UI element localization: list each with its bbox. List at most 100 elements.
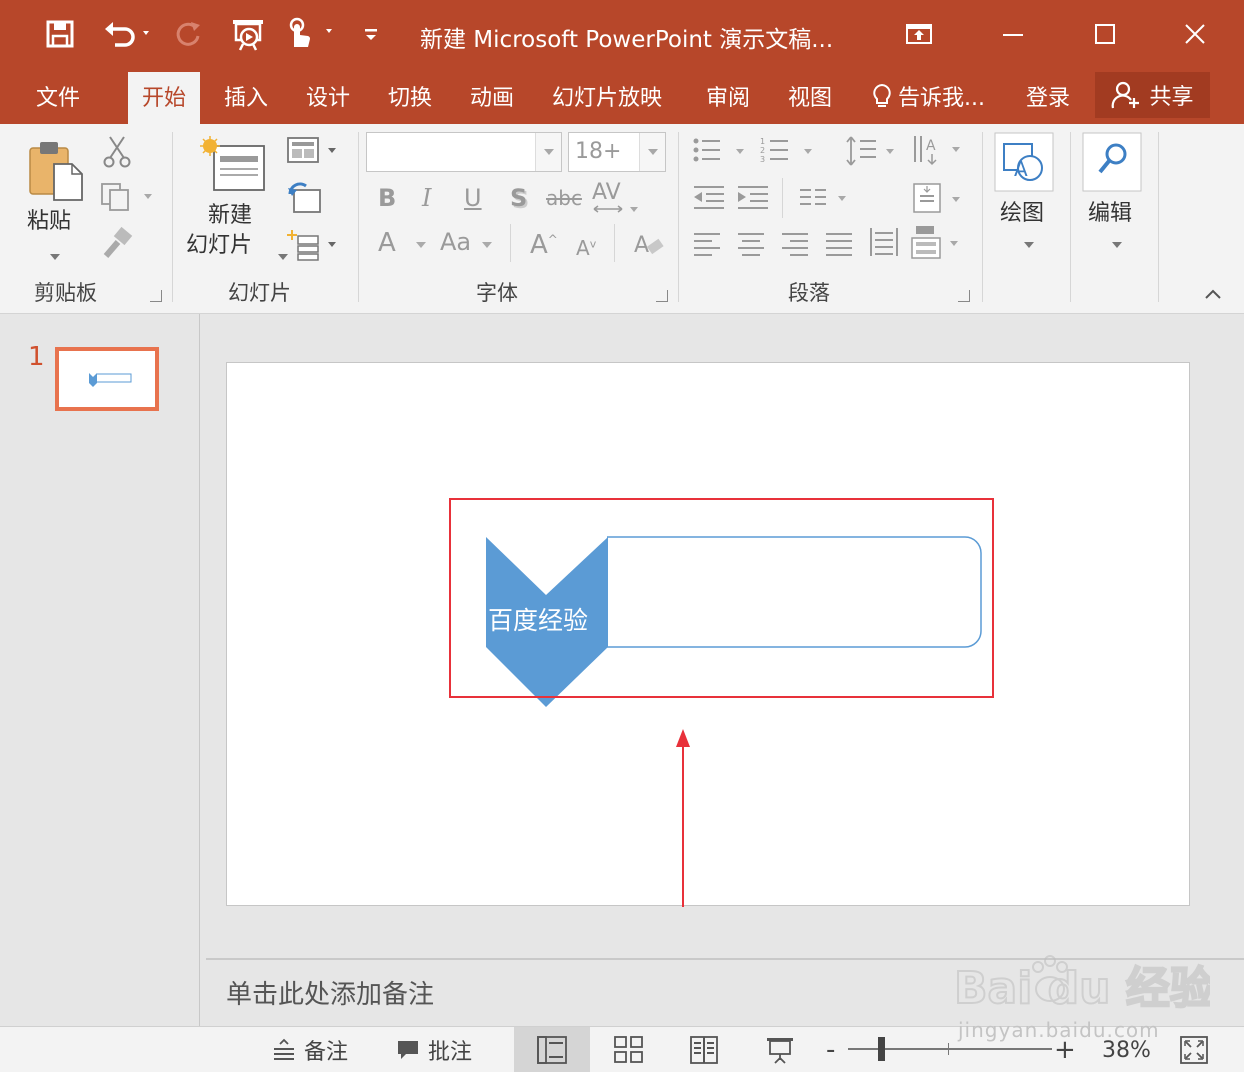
tab-animations[interactable]: 动画: [470, 80, 514, 112]
slide-number: 1: [28, 342, 45, 372]
layout-icon[interactable]: [286, 136, 342, 166]
save-button[interactable]: [40, 14, 80, 54]
align-text-icon[interactable]: [912, 182, 968, 216]
paste-label: 粘贴: [27, 209, 72, 234]
notes-toggle-label: 备注: [304, 1040, 349, 1065]
increase-font-size-icon[interactable]: A^: [530, 230, 558, 260]
change-case-icon[interactable]: Aa: [440, 228, 471, 256]
tab-slideshow[interactable]: 幻灯片放映: [552, 80, 662, 112]
tab-view[interactable]: 视图: [788, 80, 832, 112]
minimize-button[interactable]: [988, 12, 1038, 56]
slide-thumbnail[interactable]: [55, 347, 159, 411]
maximize-button[interactable]: [1080, 12, 1130, 56]
close-icon: [1185, 24, 1205, 44]
reset-slide-icon[interactable]: [286, 182, 322, 214]
columns-icon[interactable]: [798, 186, 854, 210]
decrease-font-size-icon[interactable]: Av: [576, 236, 596, 260]
zoom-out-button[interactable]: -: [826, 1031, 835, 1069]
chevron-down-icon: [50, 254, 60, 260]
editing-group[interactable]: 编辑: [1072, 124, 1158, 310]
tab-home[interactable]: 开始: [128, 72, 201, 124]
bold-icon[interactable]: B: [378, 184, 396, 212]
svg-text:2: 2: [760, 146, 765, 155]
numbering-icon[interactable]: 1 2 3: [760, 136, 820, 166]
redo-button[interactable]: [168, 14, 208, 54]
undo-icon: [105, 22, 149, 47]
notes-toggle-button[interactable]: 备注: [272, 1031, 348, 1069]
watermark-url: jingyan.baidu.com: [958, 1018, 1160, 1042]
slideshow-view-icon[interactable]: [766, 1036, 794, 1064]
paragraph-group-label: 段落: [788, 281, 830, 305]
comments-toggle-button[interactable]: 批注: [396, 1031, 472, 1069]
tab-insert[interactable]: 插入: [224, 80, 268, 112]
login-link[interactable]: 登录: [1026, 80, 1070, 112]
line-spacing-icon[interactable]: [846, 134, 906, 168]
bullets-icon[interactable]: [692, 136, 752, 166]
tab-transitions[interactable]: 切换: [388, 80, 432, 112]
new-slide-button[interactable]: 新建 幻灯片: [186, 134, 288, 274]
chevron-down-icon[interactable]: [639, 133, 665, 171]
lightbulb-icon: [873, 83, 891, 107]
font-size-combo[interactable]: 18+: [568, 132, 666, 172]
group-separator: [1070, 132, 1071, 302]
ribbon-tabs: 文件 开始 插入 设计 切换 动画 幻灯片放映 审阅 视图 告诉我... 登录 …: [0, 70, 1244, 124]
tab-file[interactable]: 文件: [36, 80, 80, 112]
tab-review[interactable]: 审阅: [706, 80, 750, 112]
clipboard-group-label: 剪贴板: [34, 281, 97, 305]
undo-button[interactable]: [98, 14, 156, 54]
start-from-beginning-button[interactable]: [226, 14, 270, 54]
copy-icon[interactable]: [100, 182, 156, 212]
italic-icon[interactable]: I: [422, 184, 431, 212]
font-name-combo[interactable]: [366, 132, 562, 172]
fit-slide-icon[interactable]: [1180, 1036, 1208, 1064]
strikethrough-icon[interactable]: abc: [546, 186, 582, 210]
chevron-down-icon[interactable]: [416, 242, 426, 248]
touch-mode-button[interactable]: [282, 14, 342, 54]
slide-canvas[interactable]: 百度经验: [226, 362, 1190, 907]
customize-qat-button[interactable]: [358, 14, 384, 54]
svg-text:A: A: [926, 138, 936, 154]
font-color-icon[interactable]: A: [378, 228, 396, 258]
close-button[interactable]: [1170, 12, 1220, 56]
decrease-indent-icon[interactable]: [692, 184, 726, 212]
font-dialog-launcher[interactable]: [656, 290, 668, 302]
slide-sorter-icon[interactable]: [614, 1036, 644, 1064]
distributed-icon[interactable]: [868, 226, 900, 258]
chevron-down-icon[interactable]: [482, 242, 492, 248]
justify-icon[interactable]: [824, 230, 854, 256]
tab-design[interactable]: 设计: [306, 80, 350, 112]
collapse-ribbon-icon[interactable]: [1204, 288, 1222, 300]
divider: [614, 224, 615, 262]
increase-indent-icon[interactable]: [736, 184, 770, 212]
align-right-icon[interactable]: [780, 230, 810, 256]
text-direction-icon[interactable]: A: [912, 132, 968, 168]
notes-splitter[interactable]: [206, 958, 1244, 960]
powerpoint-window: 新建 Microsoft PowerPoint 演示文稿... 文件 开始 插入…: [0, 0, 1244, 1072]
character-spacing-icon[interactable]: AV: [592, 180, 621, 205]
clipboard-dialog-launcher[interactable]: [150, 290, 162, 302]
align-left-icon[interactable]: [692, 230, 722, 256]
paragraph-dialog-launcher[interactable]: [958, 290, 970, 302]
section-icon[interactable]: [286, 228, 342, 262]
notes-placeholder[interactable]: 单击此处添加备注: [226, 974, 434, 1011]
underline-icon[interactable]: U: [464, 184, 482, 212]
chevron-down-icon[interactable]: [535, 133, 561, 171]
title-bar: 新建 Microsoft PowerPoint 演示文稿...: [0, 0, 1244, 70]
ribbon-display-options-button[interactable]: [894, 12, 944, 56]
normal-view-button[interactable]: [514, 1027, 590, 1072]
clear-formatting-icon[interactable]: A: [632, 230, 666, 260]
align-center-icon[interactable]: [736, 230, 766, 256]
paste-button[interactable]: 粘贴: [18, 134, 92, 262]
cut-icon[interactable]: [100, 134, 134, 168]
tell-me-box[interactable]: 告诉我...: [872, 80, 985, 112]
reading-view-icon[interactable]: [690, 1036, 718, 1064]
text-shadow-icon[interactable]: S: [510, 184, 527, 212]
format-painter-icon[interactable]: [100, 226, 134, 260]
drawing-group[interactable]: A 绘图: [984, 124, 1070, 310]
chevron-shape-text[interactable]: 百度经验: [488, 601, 588, 637]
zoom-slider-thumb[interactable]: [878, 1037, 885, 1061]
share-button[interactable]: 共享: [1095, 72, 1210, 118]
thumbnail-preview: [89, 373, 132, 387]
convert-to-smartart-icon[interactable]: [910, 224, 966, 260]
divider: [782, 178, 783, 218]
